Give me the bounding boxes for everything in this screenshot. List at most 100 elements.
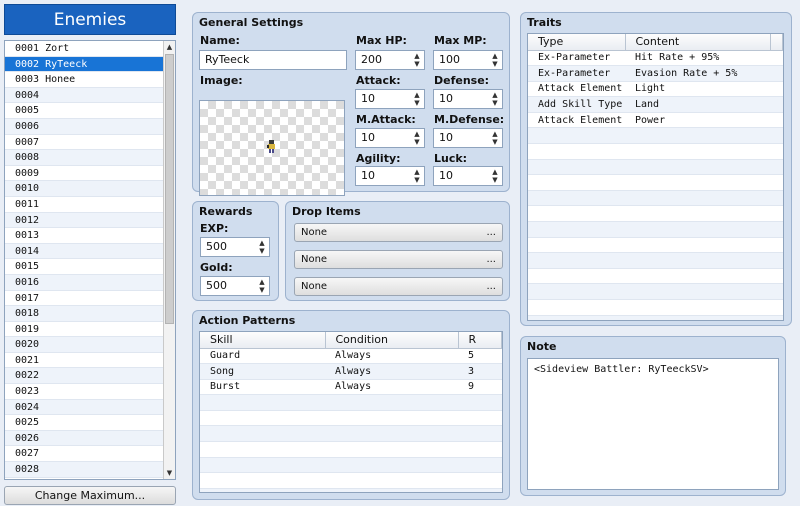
enemy-list-item[interactable]: 0004 [5, 87, 164, 104]
action-pattern-row[interactable] [200, 410, 502, 427]
enemy-list-item[interactable]: 0024 [5, 399, 164, 416]
enemy-list-item[interactable]: 0007 [5, 135, 164, 151]
mdefense-stepper[interactable]: 10 ▲ ▼ [433, 128, 503, 148]
enemy-image-picker[interactable] [199, 100, 345, 196]
agility-stepper[interactable]: 10 ▲ ▼ [355, 166, 425, 186]
enemy-list-item[interactable]: 0005 [5, 103, 164, 119]
luck-stepper[interactable]: 10 ▲ ▼ [433, 166, 503, 186]
trait-row[interactable] [528, 190, 783, 207]
column-content[interactable]: Content [625, 34, 771, 51]
enemy-list-item[interactable]: 0019 [5, 322, 164, 338]
spin-arrows-icon[interactable]: ▲ ▼ [412, 130, 422, 146]
trait-row[interactable]: Ex-Parameter Evasion Rate + 5% [528, 65, 783, 82]
trait-row[interactable] [528, 205, 783, 223]
enemy-list-item[interactable]: 0008 [5, 150, 164, 166]
change-maximum-button[interactable]: Change Maximum... [4, 486, 176, 505]
trait-row[interactable] [528, 221, 783, 238]
gold-stepper[interactable]: 500 ▲ ▼ [200, 276, 270, 296]
enemy-list-item[interactable]: 0015 [5, 259, 164, 275]
traits-table[interactable]: Type Content Ex-Parameter Hit Rate + 95% E… [527, 33, 784, 321]
enemy-list-item[interactable]: 0003 Honee [5, 72, 164, 88]
enemy-list-item[interactable]: 0017 [5, 291, 164, 307]
spin-arrows-icon[interactable]: ▲ ▼ [490, 130, 500, 146]
enemy-list-scrollbar[interactable]: ▲ ▼ [163, 41, 175, 479]
enemy-list-item[interactable]: 0006 [5, 118, 164, 135]
scroll-down-arrow-icon[interactable]: ▼ [164, 467, 175, 479]
enemy-list-item[interactable]: 0010 [5, 181, 164, 197]
enemy-list-item[interactable]: 0002 RyTeeck [5, 56, 164, 73]
trait-row[interactable]: Add Skill Type Land [528, 96, 783, 113]
enemy-list-item[interactable]: 0027 [5, 446, 164, 463]
enemy-list-item[interactable]: 0011 [5, 197, 164, 213]
enemy-list-item[interactable]: 0028 [5, 462, 164, 478]
action-pattern-row[interactable] [200, 457, 502, 474]
action-pattern-row[interactable]: Song Always 3 [200, 363, 502, 380]
agility-label: Agility: [356, 152, 401, 165]
trait-spacer-cell [770, 174, 783, 191]
spin-arrows-icon[interactable]: ▲ ▼ [412, 168, 422, 184]
enemy-list-item[interactable]: 0014 [5, 243, 164, 260]
column-rating[interactable]: R [458, 332, 502, 349]
column-skill[interactable]: Skill [200, 332, 326, 349]
action-patterns-panel: Action Patterns Skill Condition R Guard A… [192, 310, 510, 500]
enemy-list-item[interactable]: 0026 [5, 430, 164, 447]
enemy-list-item[interactable]: 0020 [5, 337, 164, 353]
enemy-list-item[interactable]: 0012 [5, 212, 164, 229]
name-input[interactable]: RyTeeck [199, 50, 347, 70]
trait-row[interactable] [528, 237, 783, 254]
trait-row[interactable] [528, 283, 783, 300]
spin-arrows-icon[interactable]: ▲ ▼ [412, 52, 422, 68]
spin-arrows-icon[interactable]: ▲ ▼ [490, 168, 500, 184]
scroll-up-arrow-icon[interactable]: ▲ [164, 41, 175, 53]
spin-arrows-icon[interactable]: ▲ ▼ [412, 91, 422, 107]
trait-row[interactable] [528, 252, 783, 269]
scroll-thumb[interactable] [165, 54, 174, 324]
action-pattern-row[interactable] [200, 394, 502, 411]
action-pattern-row[interactable] [200, 441, 502, 458]
trait-spacer-cell [770, 237, 783, 254]
action-pattern-row[interactable]: Burst Always 9 [200, 379, 502, 396]
mattack-stepper[interactable]: 10 ▲ ▼ [355, 128, 425, 148]
trait-row[interactable]: Ex-Parameter Hit Rate + 95% [528, 50, 783, 67]
trait-type-cell [528, 315, 625, 320]
enemy-list-item[interactable]: 0025 [5, 415, 164, 431]
drop-item-3-button[interactable]: None ... [294, 277, 503, 296]
note-textarea[interactable]: <Sideview Battler: RyTeeckSV> [527, 358, 779, 490]
drop-item-1-button[interactable]: None ... [294, 223, 503, 242]
action-pattern-row[interactable] [200, 472, 502, 489]
enemy-list-item[interactable]: 0022 [5, 368, 164, 385]
trait-row[interactable] [528, 299, 783, 316]
enemy-list-item[interactable]: 0001 Zort [5, 41, 164, 57]
trait-row[interactable] [528, 143, 783, 160]
enemy-list-item[interactable]: 0023 [5, 384, 164, 400]
trait-row[interactable] [528, 174, 783, 191]
exp-stepper[interactable]: 500 ▲ ▼ [200, 237, 270, 257]
trait-row[interactable]: Attack Element Power [528, 112, 783, 129]
column-type[interactable]: Type [528, 34, 626, 51]
action-pattern-row[interactable] [200, 488, 502, 492]
enemy-list-item[interactable]: 0021 [5, 353, 164, 369]
enemy-list[interactable]: 0001 Zort 0002 RyTeeck 0003 Honee 0004 0005 0… [4, 40, 176, 480]
action-patterns-table[interactable]: Skill Condition R Guard Always 5 Song Always… [199, 331, 503, 493]
action-pattern-row[interactable]: Guard Always 5 [200, 348, 502, 365]
max-mp-stepper[interactable]: 100 ▲ ▼ [433, 50, 503, 70]
spin-arrows-icon[interactable]: ▲ ▼ [490, 91, 500, 107]
action-pattern-row[interactable] [200, 425, 502, 443]
drop-item-2-button[interactable]: None ... [294, 250, 503, 269]
column-condition[interactable]: Condition [325, 332, 459, 349]
defense-stepper[interactable]: 10 ▲ ▼ [433, 89, 503, 109]
max-hp-stepper[interactable]: 200 ▲ ▼ [355, 50, 425, 70]
enemy-list-item[interactable]: 0016 [5, 274, 164, 291]
trait-row[interactable] [528, 127, 783, 145]
spin-arrows-icon[interactable]: ▲ ▼ [490, 52, 500, 68]
trait-row[interactable] [528, 159, 783, 176]
attack-stepper[interactable]: 10 ▲ ▼ [355, 89, 425, 109]
enemy-list-item[interactable]: 0013 [5, 228, 164, 244]
spin-arrows-icon[interactable]: ▲ ▼ [257, 239, 267, 255]
spin-arrows-icon[interactable]: ▲ ▼ [257, 278, 267, 294]
enemy-list-item[interactable]: 0009 [5, 166, 164, 182]
trait-row[interactable] [528, 315, 783, 320]
trait-row[interactable] [528, 268, 783, 285]
enemy-list-item[interactable]: 0018 [5, 306, 164, 322]
trait-row[interactable]: Attack Element Light [528, 81, 783, 98]
